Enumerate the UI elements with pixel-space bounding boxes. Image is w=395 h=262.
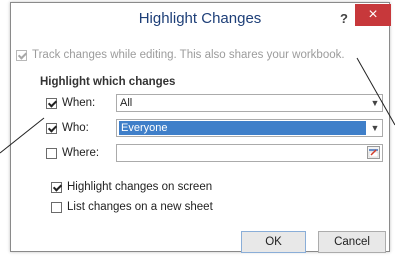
callout-line-left bbox=[0, 117, 45, 154]
callout-lines bbox=[0, 57, 395, 154]
callout-line-right bbox=[356, 57, 395, 126]
